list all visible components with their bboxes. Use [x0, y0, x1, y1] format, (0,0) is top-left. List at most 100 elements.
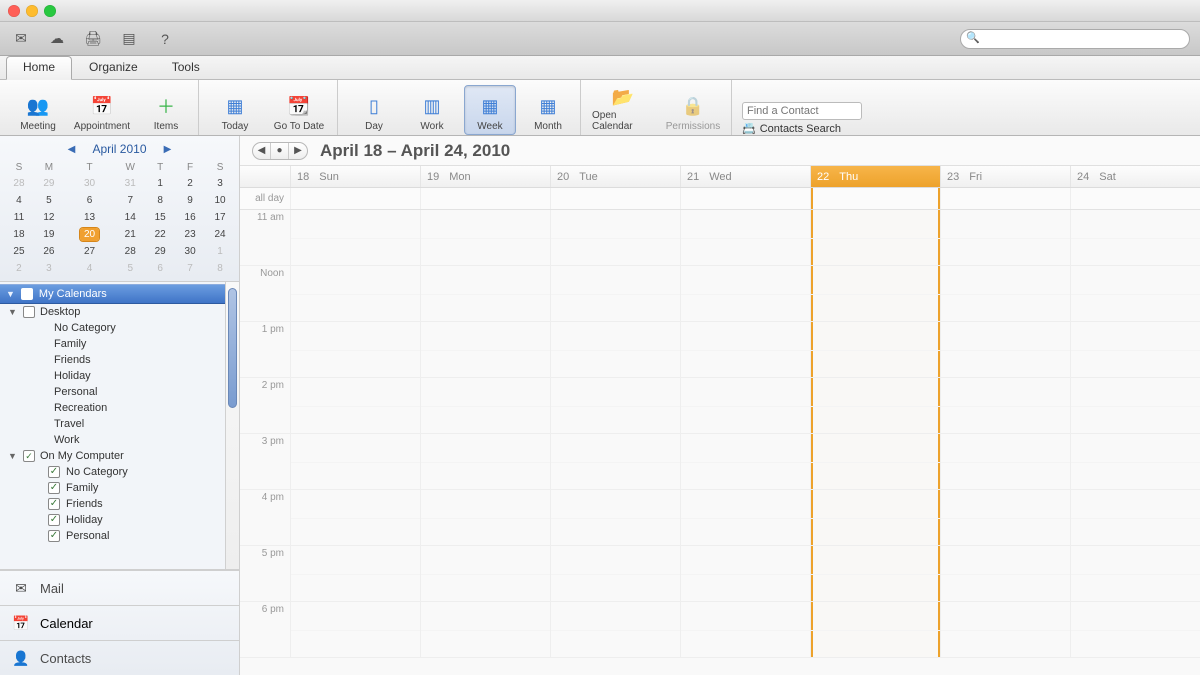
day-header[interactable]: 21Wed: [680, 166, 810, 187]
minical-day[interactable]: 9: [175, 192, 205, 209]
time-cell[interactable]: [420, 602, 550, 657]
minical-prev-button[interactable]: ◀: [64, 144, 78, 155]
time-cell[interactable]: [550, 490, 680, 545]
time-cell[interactable]: [940, 546, 1070, 601]
tree-scrollbar[interactable]: [225, 282, 239, 569]
minical-day[interactable]: 3: [205, 175, 235, 192]
next-week-button[interactable]: ▶: [289, 143, 307, 159]
minical-day[interactable]: 1: [145, 175, 175, 192]
minical-day[interactable]: 5: [115, 260, 145, 277]
calendar-checkbox[interactable]: ✓: [48, 514, 60, 526]
open-calendar-button[interactable]: 📂Open Calendar: [591, 85, 655, 135]
time-cell[interactable]: [1070, 210, 1200, 265]
permissions-button[interactable]: 🔒Permissions: [661, 85, 725, 135]
calendar-item[interactable]: ✓Personal: [0, 528, 225, 544]
time-cell[interactable]: [680, 266, 810, 321]
day-header[interactable]: 19Mon: [420, 166, 550, 187]
tab-home[interactable]: Home: [6, 56, 72, 80]
sync-icon[interactable]: ☁︎: [46, 28, 68, 50]
minical-day[interactable]: 15: [145, 209, 175, 226]
minical-day[interactable]: 7: [175, 260, 205, 277]
minical-day[interactable]: 13: [64, 209, 115, 226]
time-cell[interactable]: [680, 490, 810, 545]
day-header[interactable]: 22Thu: [810, 166, 940, 187]
allday-cell[interactable]: [420, 188, 550, 209]
time-cell[interactable]: [940, 266, 1070, 321]
minical-day[interactable]: 31: [115, 175, 145, 192]
time-cell[interactable]: [290, 266, 420, 321]
minical-day[interactable]: 4: [4, 192, 34, 209]
calendar-item[interactable]: Recreation: [0, 400, 225, 416]
minical-day[interactable]: 20: [64, 226, 115, 243]
minical-day[interactable]: 3: [34, 260, 64, 277]
time-cell[interactable]: [420, 378, 550, 433]
time-cell[interactable]: [420, 210, 550, 265]
time-cell[interactable]: [420, 322, 550, 377]
day-header[interactable]: 20Tue: [550, 166, 680, 187]
time-cell[interactable]: [290, 546, 420, 601]
my-calendars-header[interactable]: ▼My Calendars: [0, 284, 225, 304]
tab-organize[interactable]: Organize: [72, 56, 155, 79]
time-cell[interactable]: [290, 490, 420, 545]
time-cell[interactable]: [550, 602, 680, 657]
minical-day[interactable]: 25: [4, 243, 34, 260]
minical-day[interactable]: 12: [34, 209, 64, 226]
time-cell[interactable]: [1070, 490, 1200, 545]
time-cell[interactable]: [550, 434, 680, 489]
time-cell[interactable]: [420, 434, 550, 489]
time-cell[interactable]: [810, 546, 940, 601]
minical-day[interactable]: 14: [115, 209, 145, 226]
time-cell[interactable]: [290, 322, 420, 377]
calendar-item[interactable]: Personal: [0, 384, 225, 400]
day-header[interactable]: 18Sun: [290, 166, 420, 187]
minical-day[interactable]: 19: [34, 226, 64, 243]
gotodate-button[interactable]: 📆Go To Date: [267, 85, 331, 135]
minical-day[interactable]: 21: [115, 226, 145, 243]
computer-checkbox[interactable]: ✓: [23, 450, 35, 462]
calendar-item[interactable]: Holiday: [0, 368, 225, 384]
time-cell[interactable]: [810, 602, 940, 657]
find-contact-input[interactable]: [742, 102, 862, 120]
time-cell[interactable]: [1070, 266, 1200, 321]
nav-calendar[interactable]: 📅Calendar: [0, 605, 239, 640]
minical-day[interactable]: 6: [145, 260, 175, 277]
time-grid[interactable]: 11 amNoon1 pm2 pm3 pm4 pm5 pm6 pm: [240, 210, 1200, 675]
time-cell[interactable]: [680, 378, 810, 433]
toolbox-icon[interactable]: ▤: [118, 28, 140, 50]
minical-day[interactable]: 30: [175, 243, 205, 260]
time-cell[interactable]: [810, 322, 940, 377]
time-cell[interactable]: [680, 602, 810, 657]
calendar-item[interactable]: ✓Friends: [0, 496, 225, 512]
search-input[interactable]: [960, 29, 1190, 49]
calendar-item[interactable]: Family: [0, 336, 225, 352]
allday-cell[interactable]: [550, 188, 680, 209]
minical-day[interactable]: 5: [34, 192, 64, 209]
allday-cell[interactable]: [680, 188, 810, 209]
minical-day[interactable]: 28: [4, 175, 34, 192]
minical-day[interactable]: 8: [205, 260, 235, 277]
time-cell[interactable]: [940, 490, 1070, 545]
time-cell[interactable]: [940, 322, 1070, 377]
minical-next-button[interactable]: ▶: [161, 144, 175, 155]
send-receive-icon[interactable]: ✉︎: [10, 28, 32, 50]
time-cell[interactable]: [810, 434, 940, 489]
print-icon[interactable]: 🖨︎: [82, 28, 104, 50]
month-view-button[interactable]: ▦Month: [522, 85, 574, 135]
minical-day[interactable]: 10: [205, 192, 235, 209]
calendar-checkbox[interactable]: ✓: [48, 530, 60, 542]
scrollbar-thumb[interactable]: [228, 288, 237, 408]
calendar-item[interactable]: Friends: [0, 352, 225, 368]
minical-day[interactable]: 16: [175, 209, 205, 226]
allday-cell[interactable]: [940, 188, 1070, 209]
minical-day[interactable]: 29: [145, 243, 175, 260]
time-cell[interactable]: [550, 378, 680, 433]
time-cell[interactable]: [810, 266, 940, 321]
nav-contacts[interactable]: 👤Contacts: [0, 640, 239, 675]
help-icon[interactable]: ?: [154, 28, 176, 50]
computer-node[interactable]: ▼✓On My Computer: [0, 448, 225, 464]
calendar-item[interactable]: No Category: [0, 320, 225, 336]
time-cell[interactable]: [1070, 602, 1200, 657]
time-cell[interactable]: [550, 210, 680, 265]
time-cell[interactable]: [1070, 322, 1200, 377]
time-cell[interactable]: [420, 546, 550, 601]
